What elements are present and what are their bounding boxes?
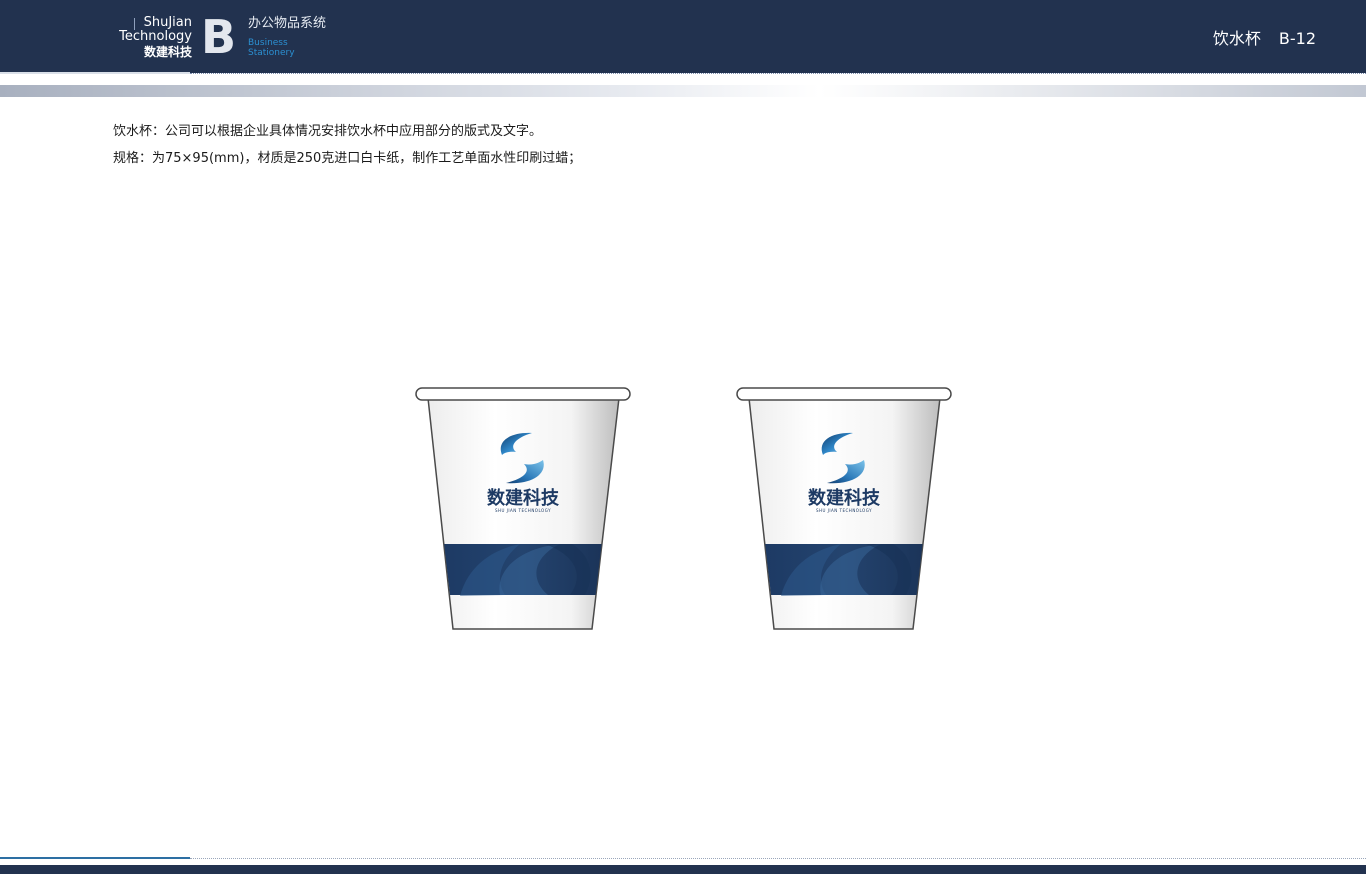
cup-rim [415, 387, 631, 401]
footer-bar [0, 865, 1366, 874]
footer-accent-line [0, 857, 190, 859]
cup-logo-cn: 数建科技 [808, 487, 881, 509]
cup-right: 数建科技 SHU JIAN TECHNOLOGY [736, 387, 952, 630]
cups-illustration: 数建科技 SHU JIAN TECHNOLOGY 数建科技 SHU JIAN T… [415, 387, 952, 630]
cup-logo-en: SHU JIAN TECHNOLOGY [495, 508, 551, 513]
cup-left: 数建科技 SHU JIAN TECHNOLOGY [415, 387, 631, 630]
cup-logo-cn: 数建科技 [487, 487, 560, 509]
cup-logo-en: SHU JIAN TECHNOLOGY [816, 508, 872, 513]
cup-rim [736, 387, 952, 401]
footer-dotted-line [190, 858, 1366, 859]
